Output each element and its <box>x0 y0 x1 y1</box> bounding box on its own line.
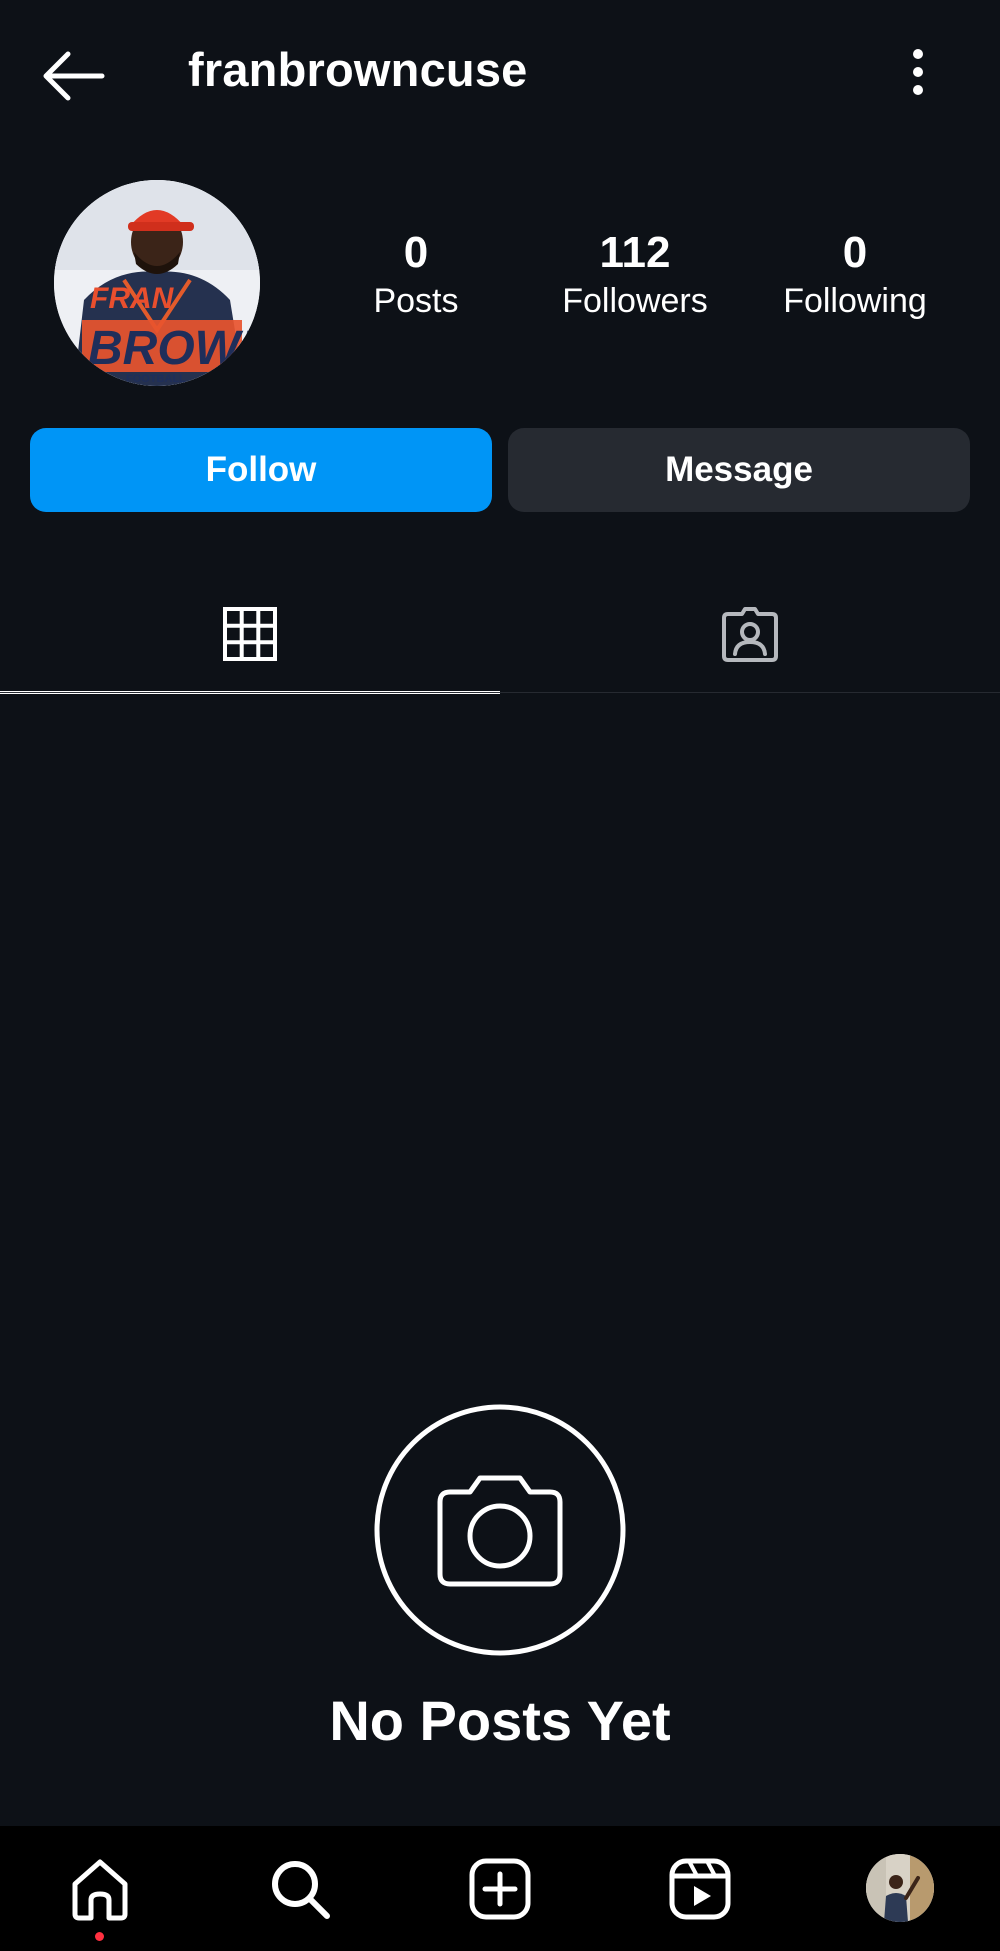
avatar-image: FRAN BROWN FOOTBALL <box>54 180 260 386</box>
following-count: 0 <box>842 228 868 277</box>
search-icon <box>272 1861 330 1919</box>
more-options-button[interactable] <box>896 46 940 98</box>
profile-username: franbrowncuse <box>188 43 528 96</box>
empty-state-text: No Posts Yet <box>329 1689 671 1752</box>
avatar-text-brown: BROWN <box>88 322 260 375</box>
nav-create[interactable] <box>467 1856 533 1922</box>
message-button[interactable]: Message <box>508 428 970 512</box>
profile-page: franbrowncuse FRAN BROWN FOOTBALL 0 Post… <box>0 0 1000 1951</box>
back-button[interactable] <box>38 48 108 104</box>
avatar-text-football: FOOTBALL <box>126 373 186 385</box>
grid-icon <box>223 607 277 661</box>
tagged-person-icon <box>722 607 778 662</box>
followers-label: Followers <box>562 281 708 320</box>
followers-stat[interactable]: 112 Followers <box>540 228 730 323</box>
profile-tabs <box>0 574 1000 694</box>
follow-button[interactable]: Follow <box>30 428 492 512</box>
reels-icon <box>669 1858 731 1920</box>
camera-icon <box>374 1404 626 1656</box>
tab-posts-grid[interactable] <box>0 574 500 694</box>
nav-profile[interactable] <box>866 1854 934 1922</box>
profile-avatar-icon <box>866 1854 934 1922</box>
profile-header: franbrowncuse <box>0 0 1000 150</box>
following-stat[interactable]: 0 Following <box>762 228 948 323</box>
profile-avatar[interactable]: FRAN BROWN FOOTBALL <box>54 180 260 386</box>
tabs-divider <box>0 692 1000 693</box>
posts-label: Posts <box>373 281 459 320</box>
nav-home[interactable] <box>67 1856 133 1922</box>
nav-reels[interactable] <box>667 1856 733 1922</box>
arrow-left-icon <box>43 51 105 101</box>
tab-tagged[interactable] <box>500 574 1000 694</box>
create-icon <box>469 1858 531 1920</box>
followers-count: 112 <box>599 228 671 277</box>
home-notification-dot <box>95 1932 104 1941</box>
avatar-text-fran: FRAN <box>90 282 175 315</box>
following-label: Following <box>783 281 927 320</box>
more-vertical-icon <box>913 49 923 95</box>
bottom-navigation <box>0 1826 1000 1951</box>
posts-count: 0 <box>403 228 429 277</box>
nav-search[interactable] <box>267 1856 333 1922</box>
home-icon <box>72 1859 128 1921</box>
posts-stat[interactable]: 0 Posts <box>346 228 486 323</box>
